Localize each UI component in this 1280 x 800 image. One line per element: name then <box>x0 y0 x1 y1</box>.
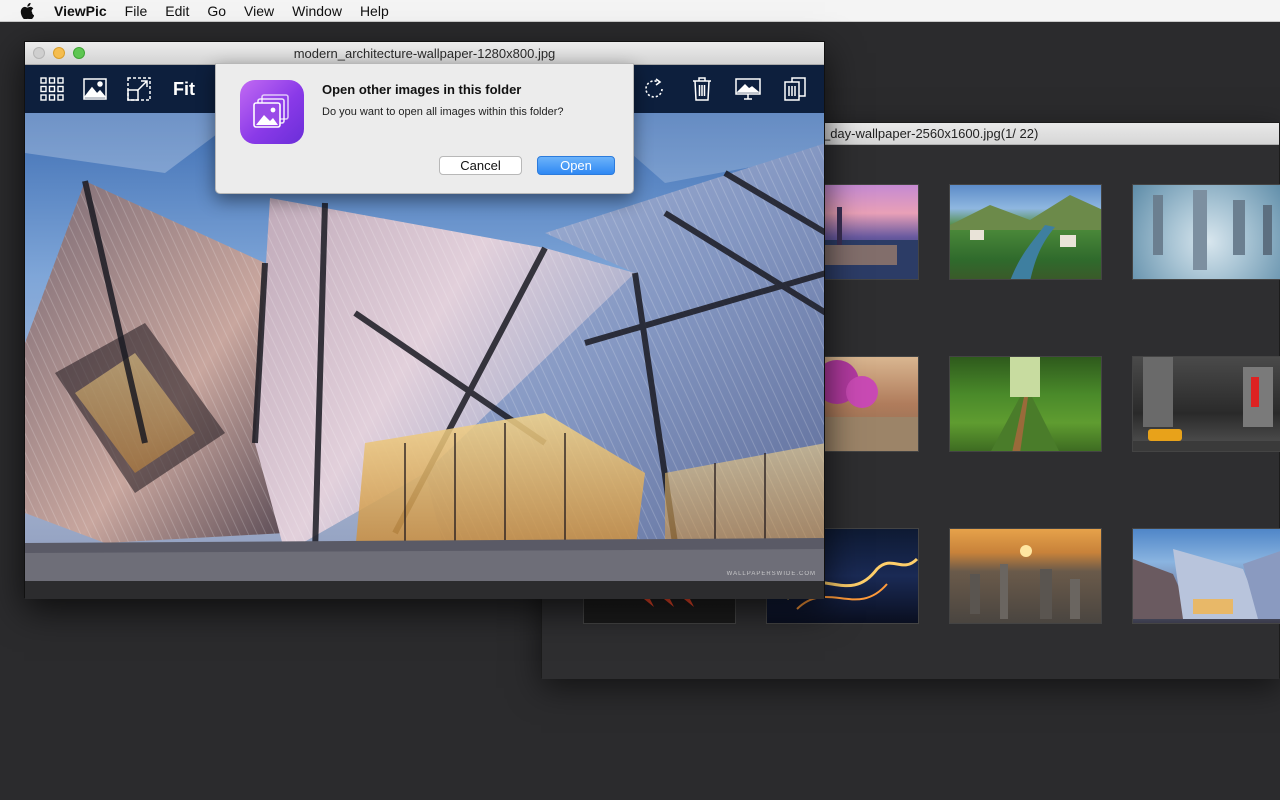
apple-icon[interactable] <box>20 2 40 19</box>
dialog-title: Open other images in this folder <box>322 82 522 97</box>
thumbnail-skyscrapers-above-clouds[interactable] <box>1132 184 1280 280</box>
fit-button[interactable]: Fit <box>171 65 197 113</box>
viewer-bottom-bar <box>25 581 824 599</box>
grid-window-title: ach_day-wallpaper-2560x1600.jpg(1/ 22) <box>802 126 1039 141</box>
image-icon[interactable] <box>82 65 108 113</box>
thumbnail-forest-railway[interactable] <box>949 356 1102 452</box>
menu-bar: ViewPic File Edit Go View Window Help <box>0 0 1280 22</box>
grid-icon[interactable] <box>39 65 65 113</box>
menu-go[interactable]: Go <box>207 3 226 19</box>
menu-file[interactable]: File <box>125 3 148 19</box>
dialog-message: Do you want to open all images within th… <box>322 106 564 118</box>
app-menu[interactable]: ViewPic <box>54 3 107 19</box>
fit-label: Fit <box>173 78 195 99</box>
resize-icon[interactable] <box>126 65 152 113</box>
thumbnail-city-sunset[interactable] <box>949 528 1102 624</box>
thumbnail-city-street-taxi[interactable] <box>1132 356 1280 452</box>
stacked-images-icon <box>240 80 304 144</box>
menu-window[interactable]: Window <box>292 3 342 19</box>
share-icon[interactable] <box>782 65 808 113</box>
thumbnail-architecture[interactable] <box>1132 528 1280 624</box>
open-folder-dialog: Open other images in this folder Do you … <box>215 63 634 194</box>
rotate-icon[interactable] <box>641 65 667 113</box>
viewer-titlebar[interactable]: modern_architecture-wallpaper-1280x800.j… <box>25 42 824 65</box>
viewer-window-title: modern_architecture-wallpaper-1280x800.j… <box>293 46 556 61</box>
menu-view[interactable]: View <box>244 3 274 19</box>
trash-icon[interactable] <box>689 65 715 113</box>
image-watermark: WALLPAPERSWIDE.COM <box>726 571 816 577</box>
menu-help[interactable]: Help <box>360 3 389 19</box>
menu-edit[interactable]: Edit <box>165 3 189 19</box>
thumbnail-river-valley-town[interactable] <box>949 184 1102 280</box>
wallpaper-icon[interactable] <box>734 65 762 113</box>
open-button[interactable]: Open <box>537 156 615 175</box>
cancel-button[interactable]: Cancel <box>439 156 522 175</box>
